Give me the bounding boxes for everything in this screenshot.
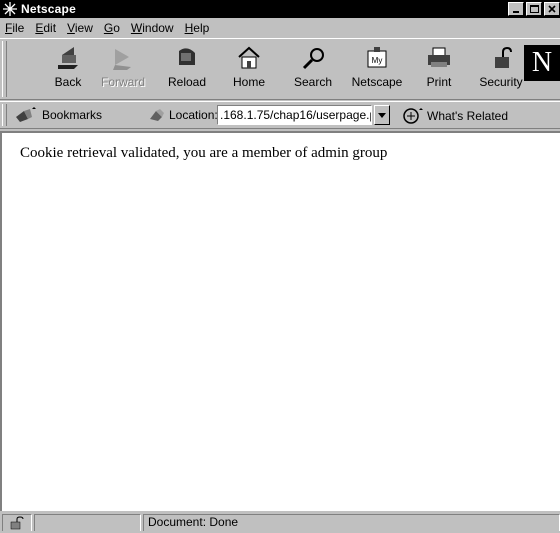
close-button[interactable] <box>544 2 560 16</box>
home-icon <box>238 46 260 69</box>
menu-view[interactable]: View <box>62 21 99 35</box>
status-text: Document: Done <box>148 515 239 529</box>
security-button[interactable]: Security <box>478 43 524 95</box>
toolbar-grip[interactable] <box>2 104 7 126</box>
netscape-button[interactable]: My Netscape <box>349 43 405 95</box>
dropdown-arrow-icon <box>378 112 386 118</box>
page-message: Cookie retrieval validated, you are a me… <box>20 145 388 161</box>
print-button[interactable]: Print <box>424 43 454 95</box>
browser-window: Netscape File Edit View Go Window Help B… <box>0 0 560 531</box>
back-arrow-icon <box>58 47 78 69</box>
bookmarks-icon <box>16 107 36 122</box>
navigation-toolbar: Back Forward Reload Home Search My Netsc… <box>0 38 560 100</box>
netscape-app-icon <box>3 2 17 16</box>
maximize-icon <box>529 5 539 13</box>
title-bar[interactable]: Netscape <box>0 0 560 18</box>
my-netscape-icon: My <box>367 47 387 68</box>
bookmarks-label: Bookmarks <box>42 108 103 122</box>
menu-help[interactable]: Help <box>180 21 216 35</box>
security-status-cell[interactable] <box>2 514 32 531</box>
padlock-icon <box>495 46 512 68</box>
search-button[interactable]: Search <box>290 43 336 95</box>
status-bar: Document: Done <box>0 512 560 531</box>
forward-button[interactable]: Forward <box>98 43 148 95</box>
window-title: Netscape <box>21 2 76 16</box>
forward-arrow-icon <box>113 49 131 70</box>
menu-window[interactable]: Window <box>126 21 180 35</box>
bookmarks-button[interactable]: Bookmarks <box>14 107 102 123</box>
menu-go[interactable]: Go <box>99 21 126 35</box>
reload-icon <box>179 48 195 65</box>
location-toolbar: Bookmarks Location: .168.1.75/chap16/use… <box>0 101 560 129</box>
home-button[interactable]: Home <box>229 43 269 95</box>
progress-cell <box>34 514 141 531</box>
location-url-field[interactable]: .168.1.75/chap16/userpage.php <box>217 105 372 125</box>
close-icon <box>548 5 556 13</box>
netscape-logo[interactable]: N <box>524 45 560 81</box>
location-label: Location: <box>148 107 218 123</box>
location-dropdown-button[interactable] <box>374 105 390 125</box>
page-proxy-icon[interactable] <box>148 107 166 123</box>
minimize-icon <box>513 11 519 13</box>
menu-bar: File Edit View Go Window Help <box>0 19 560 37</box>
security-lock-icon <box>10 516 24 530</box>
printer-icon <box>428 47 450 67</box>
svg-text:My: My <box>372 56 383 65</box>
toolbar-grip[interactable] <box>2 41 7 97</box>
search-icon <box>302 48 324 70</box>
minimize-button[interactable] <box>508 2 524 16</box>
page-content[interactable]: Cookie retrieval validated, you are a me… <box>0 131 560 511</box>
back-button[interactable]: Back <box>46 43 90 95</box>
maximize-button[interactable] <box>526 2 542 16</box>
whats-related-label: What's Related <box>427 109 508 123</box>
menu-file[interactable]: File <box>0 21 30 35</box>
reload-button[interactable]: Reload <box>162 43 212 95</box>
status-text-cell: Document: Done <box>143 514 560 531</box>
whats-related-button[interactable]: What's Related <box>402 107 508 125</box>
menu-edit[interactable]: Edit <box>30 21 62 35</box>
whats-related-icon <box>403 108 423 124</box>
